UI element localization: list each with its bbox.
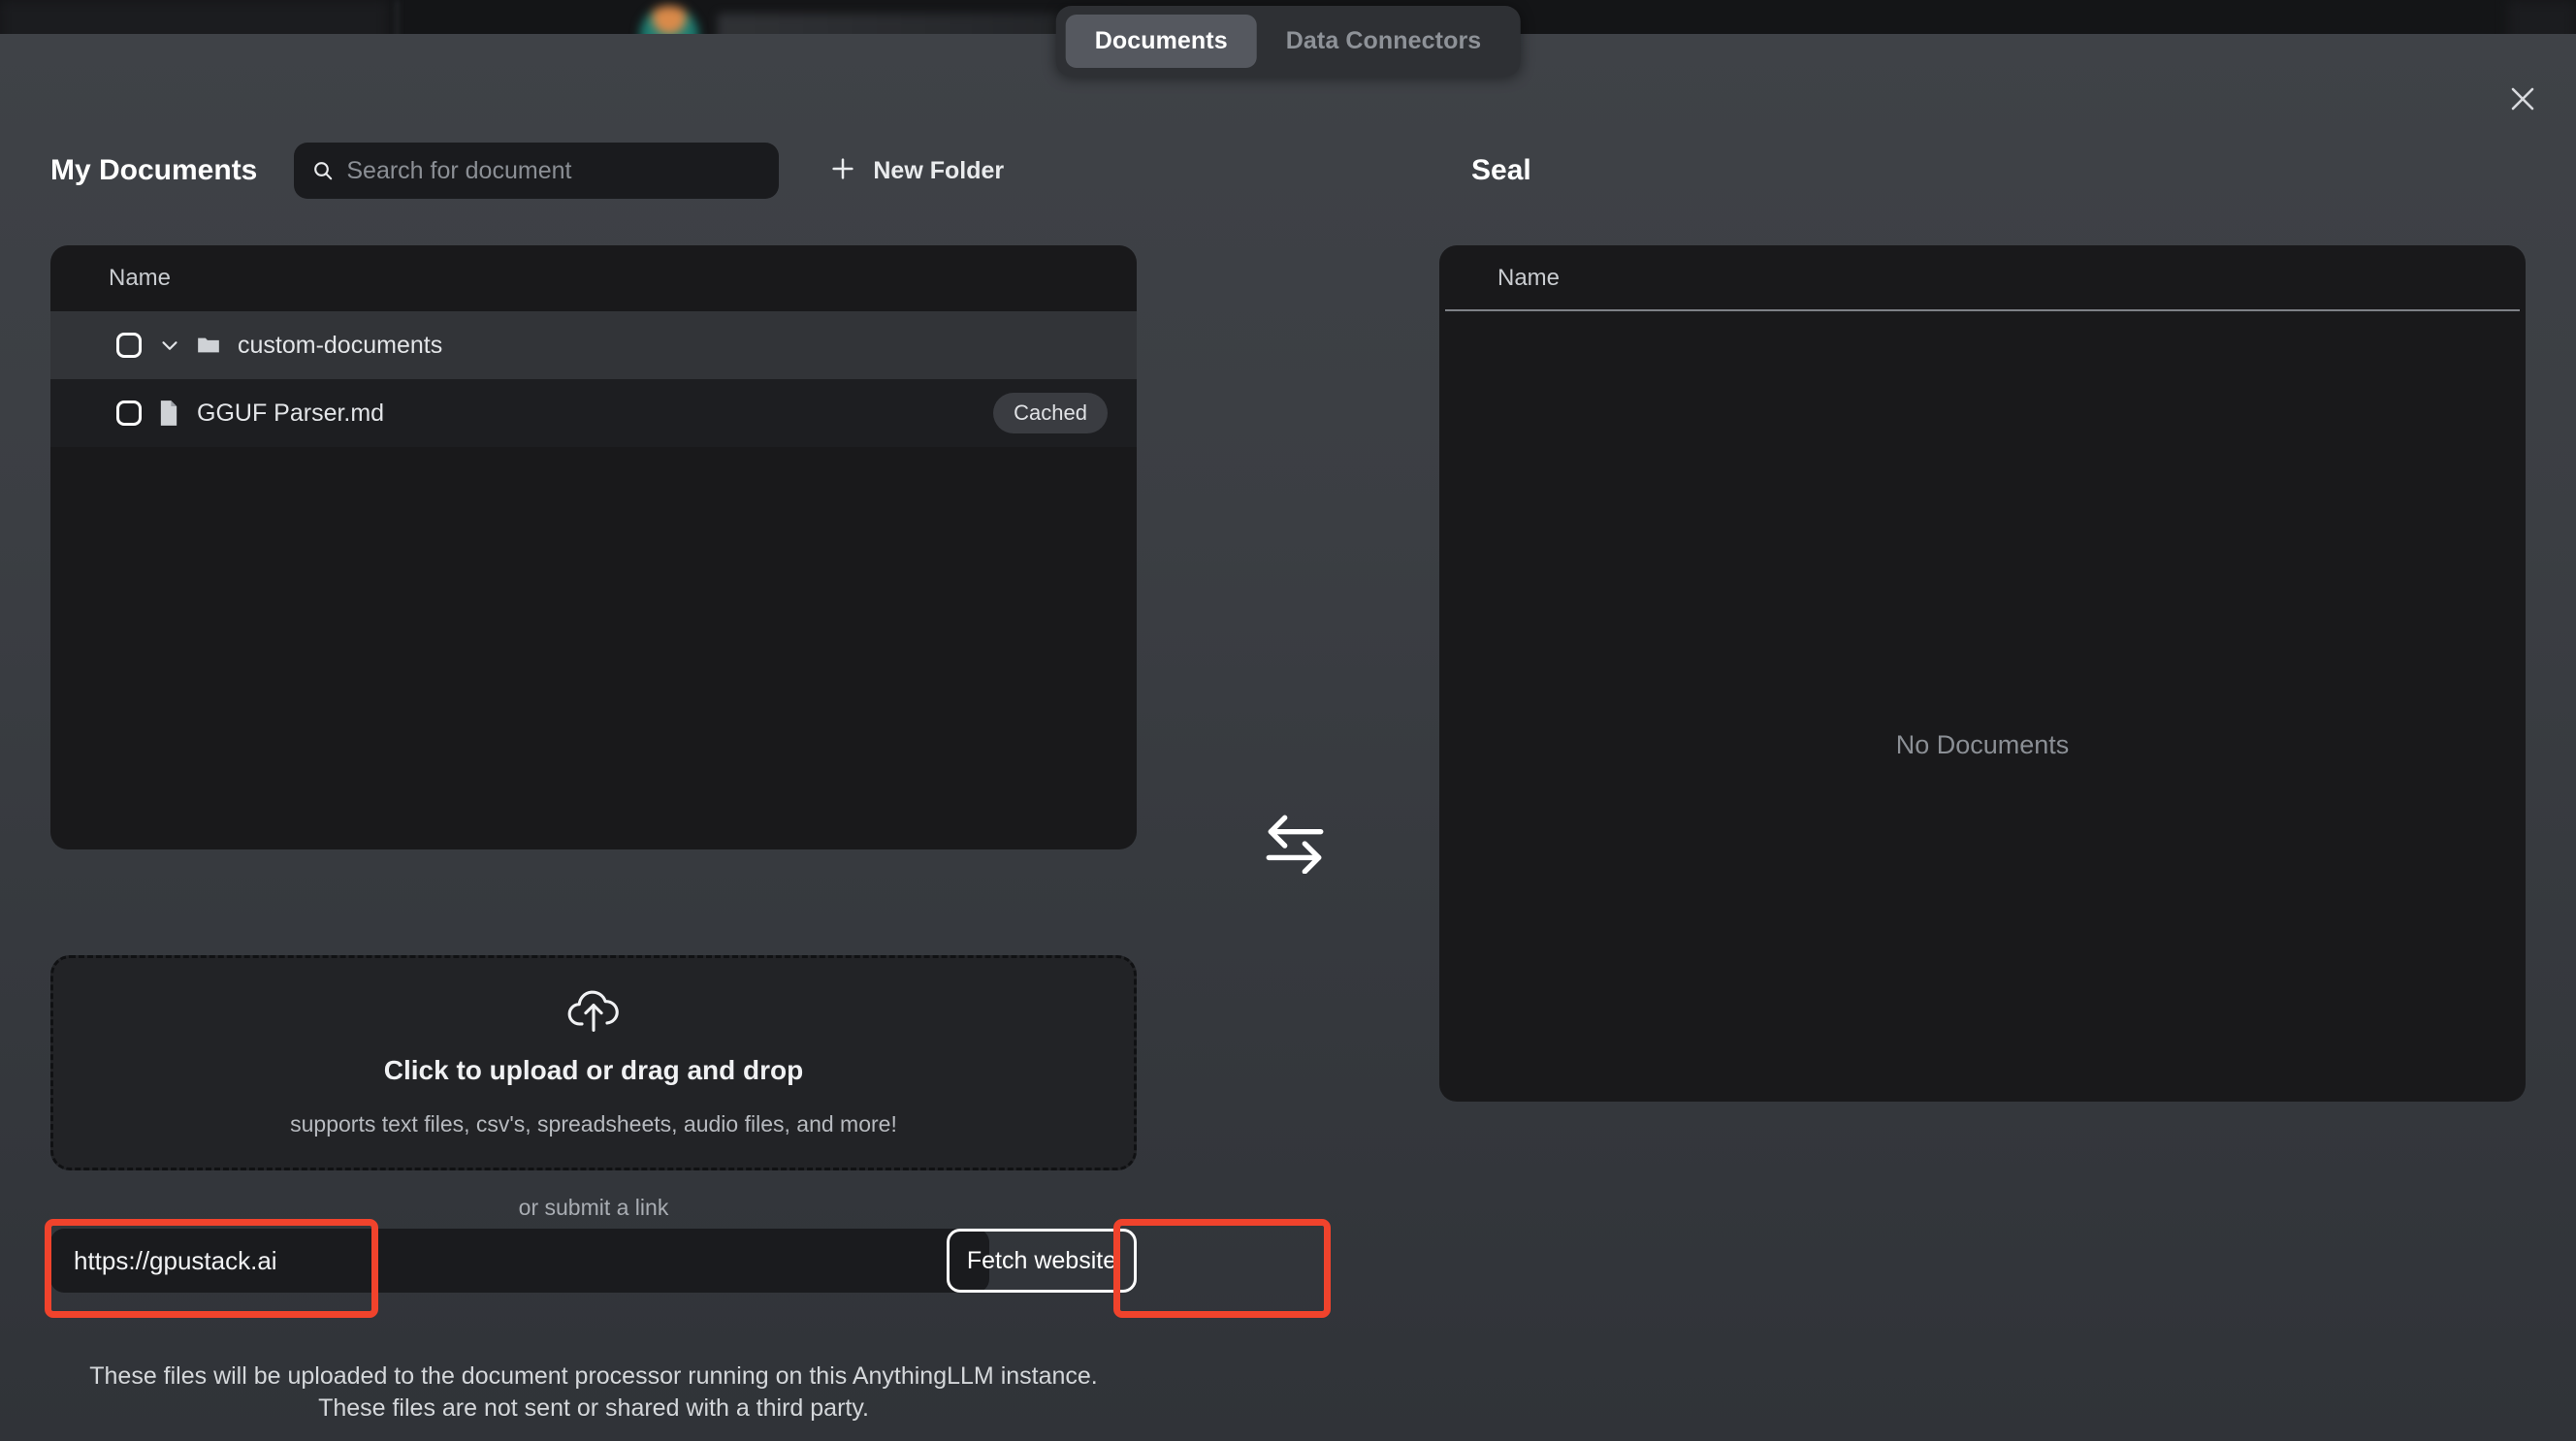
disclaimer-line-1: These files will be uploaded to the docu… (89, 1362, 1098, 1390)
status-badge: Cached (993, 393, 1108, 433)
column-header-name: Name (1439, 245, 2526, 311)
workspace-header: Seal (1439, 141, 2526, 201)
url-input[interactable] (50, 1229, 989, 1293)
folder-icon (196, 333, 221, 358)
document-manager-modal: My Documents Search for document New Fol… (0, 34, 2576, 1441)
screen: My Documents Search for document New Fol… (0, 0, 2576, 1441)
cloud-upload-icon (566, 989, 621, 1034)
row-label: GGUF Parser.md (197, 399, 385, 427)
chevron-down-icon[interactable] (157, 333, 182, 358)
tab-data-connectors[interactable]: Data Connectors (1257, 15, 1511, 68)
transfer-arrows-icon[interactable] (1241, 800, 1348, 887)
search-field[interactable] (294, 143, 780, 199)
table-row[interactable]: custom-documents (50, 311, 1137, 379)
search-input[interactable] (346, 156, 762, 185)
my-documents-panel: Name custom-documents GGUF Parser.md Cac… (50, 245, 1137, 849)
my-documents-column: My Documents Search for document New Fol… (50, 141, 1137, 849)
modal-tabs: Documents Data Connectors (1055, 6, 1521, 77)
or-submit-link-label: or submit a link (518, 1195, 669, 1220)
empty-state-message: No Documents (1895, 730, 2070, 759)
dropzone-headline: Click to upload or drag and drop (383, 1054, 804, 1085)
tab-documents[interactable]: Documents (1065, 15, 1257, 68)
upload-disclaimer: These files will be uploaded to the docu… (50, 1361, 1137, 1425)
file-icon (157, 400, 180, 427)
workspace-column: Seal Name No Documents (1439, 141, 2526, 1102)
search-icon (311, 159, 335, 182)
page-title: My Documents (50, 154, 258, 186)
close-icon[interactable] (2496, 73, 2549, 125)
upload-dropzone[interactable]: Click to upload or drag and drop support… (50, 955, 1137, 1170)
my-documents-header: My Documents Search for document New Fol… (50, 141, 1137, 201)
workspace-title: Seal (1471, 154, 1531, 186)
new-folder-button[interactable]: New Folder (828, 154, 1004, 188)
column-header-name: Name (109, 265, 172, 291)
dropzone-subtext: supports text files, csv's, spreadsheets… (290, 1110, 897, 1137)
workspace-panel: Name No Documents (1439, 245, 2526, 1102)
row-label: custom-documents (238, 331, 443, 359)
row-checkbox[interactable] (116, 333, 142, 358)
row-checkbox[interactable] (116, 400, 142, 426)
annotation-box-fetch-button (1113, 1219, 1331, 1318)
table-row[interactable]: GGUF Parser.md Cached (50, 379, 1137, 447)
plus-icon (828, 154, 857, 188)
link-submit-row: Fetch website (50, 1229, 1137, 1293)
new-folder-label: New Folder (873, 156, 1005, 184)
disclaimer-line-2: These files are not sent or shared with … (318, 1394, 869, 1422)
fetch-website-button[interactable]: Fetch website (947, 1229, 1137, 1293)
